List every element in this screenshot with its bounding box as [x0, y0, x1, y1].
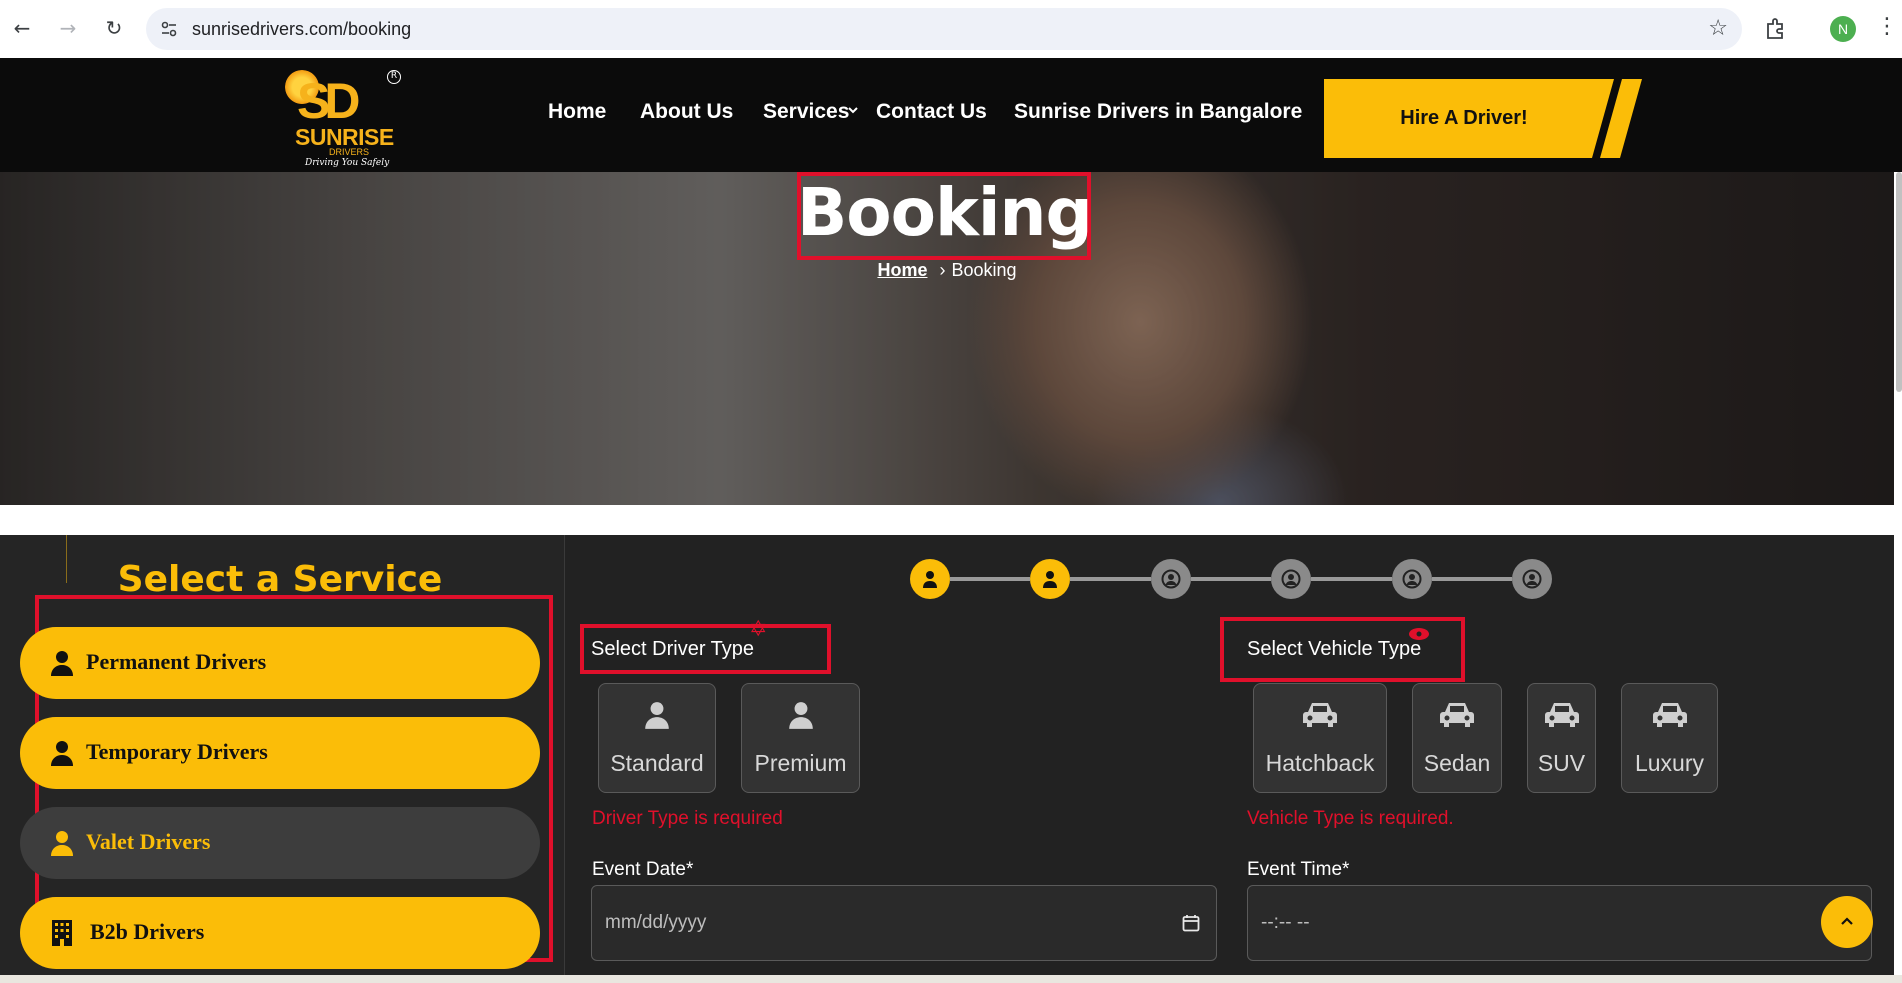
- step-3[interactable]: [1151, 559, 1191, 599]
- service-heading: Select a Service: [117, 559, 443, 600]
- user-icon: [51, 651, 73, 676]
- step-5[interactable]: [1392, 559, 1432, 599]
- service-valet-drivers[interactable]: Valet Drivers: [20, 807, 540, 879]
- vehicle-option-luxury[interactable]: Luxury: [1621, 683, 1718, 793]
- nav-home[interactable]: Home: [548, 100, 606, 124]
- booking-section: Select a Service Permanent Drivers Tempo…: [0, 535, 1894, 983]
- event-time-placeholder: --:-- --: [1261, 912, 1310, 933]
- vehicle-option-suv[interactable]: SUV: [1527, 683, 1596, 793]
- vehicle-type-label: Select Vehicle Type: [1247, 638, 1422, 660]
- user-circle-icon: [1161, 569, 1181, 589]
- vehicle-type-error: Vehicle Type is required.: [1247, 808, 1454, 829]
- option-label: Standard: [610, 750, 704, 776]
- driver-option-standard[interactable]: Standard: [598, 683, 716, 793]
- hire-driver-button[interactable]: Hire A Driver!: [1324, 79, 1604, 158]
- address-bar[interactable]: sunrisedrivers.com/booking ☆: [146, 8, 1742, 50]
- breadcrumb: Home › Booking: [0, 260, 1894, 281]
- browser-toolbar: ← → ↻ sunrisedrivers.com/booking ☆ N ⋮: [0, 0, 1902, 58]
- reload-icon[interactable]: ↻: [100, 14, 128, 42]
- site-settings-icon[interactable]: [160, 20, 178, 38]
- user-icon: [788, 702, 813, 729]
- step-2[interactable]: [1030, 559, 1070, 599]
- chevron-down-icon[interactable]: [847, 104, 859, 116]
- driver-type-label: Select Driver Type: [591, 638, 755, 660]
- breadcrumb-home-link[interactable]: Home: [877, 260, 927, 280]
- logo-sub: DRIVERS: [329, 147, 370, 157]
- service-temporary-drivers[interactable]: Temporary Drivers: [20, 717, 540, 789]
- service-b2b-drivers[interactable]: B2b Drivers: [20, 897, 540, 969]
- chevron-right-icon: ›: [939, 260, 946, 280]
- extensions-icon[interactable]: [1763, 16, 1789, 42]
- step-1[interactable]: [910, 559, 950, 599]
- user-circle-icon: [1281, 569, 1301, 589]
- back-arrow-icon[interactable]: ←: [8, 14, 36, 42]
- user-circle-icon: [1402, 569, 1422, 589]
- hero-banner: Booking Home › Booking: [0, 172, 1894, 505]
- logo-mark: SD: [297, 73, 361, 129]
- progress-stepper: [910, 559, 1552, 599]
- registered-mark: R: [387, 70, 401, 84]
- browser-menu-icon[interactable]: ⋮: [1876, 14, 1898, 39]
- service-label: Temporary Drivers: [86, 739, 268, 764]
- option-label: Sedan: [1423, 750, 1491, 776]
- page-title: Booking: [797, 174, 1093, 251]
- step-connector: [1191, 577, 1271, 581]
- car-icon: [1652, 703, 1687, 727]
- event-time-label: Event Time*: [1247, 859, 1350, 880]
- page-bottom-strip: [0, 975, 1902, 983]
- user-icon: [923, 571, 937, 588]
- breadcrumb-current: Booking: [951, 260, 1017, 280]
- car-icon: [1303, 703, 1337, 727]
- vehicle-option-hatchback[interactable]: Hatchback: [1253, 683, 1387, 793]
- event-time-input[interactable]: --:-- --: [1247, 885, 1872, 961]
- user-icon: [51, 831, 73, 856]
- nav-about-us[interactable]: About Us: [640, 100, 733, 124]
- page-scrollbar[interactable]: [1896, 172, 1902, 392]
- step-connector: [1070, 577, 1151, 581]
- nav-bangalore[interactable]: Sunrise Drivers in Bangalore: [1014, 100, 1302, 124]
- calendar-icon[interactable]: [1182, 914, 1200, 932]
- step-connector: [1432, 577, 1512, 581]
- building-icon: [52, 920, 72, 946]
- page: ← → ↻ sunrisedrivers.com/booking ☆ N ⋮ S…: [0, 0, 1902, 983]
- user-icon: [1043, 571, 1057, 588]
- service-label: Valet Drivers: [86, 829, 211, 854]
- star-of-david-icon: ✡: [749, 617, 768, 642]
- car-icon: [1544, 703, 1579, 727]
- step-4[interactable]: [1271, 559, 1311, 599]
- forward-arrow-icon[interactable]: →: [54, 14, 82, 42]
- service-panel: Select a Service Permanent Drivers Tempo…: [0, 535, 565, 983]
- profile-avatar[interactable]: N: [1830, 16, 1856, 42]
- asterisk-icon: [1409, 628, 1429, 640]
- event-date-label: Event Date*: [592, 859, 694, 880]
- driver-type-error: Driver Type is required: [592, 808, 783, 829]
- sunrise-logo[interactable]: SD R SUNRISE DRIVERS Driving You Safely: [283, 68, 403, 168]
- event-date-placeholder: mm/dd/yyyy: [605, 912, 707, 933]
- back-to-top-button[interactable]: [1821, 896, 1873, 948]
- step-connector: [1311, 577, 1392, 581]
- option-label: Premium: [754, 750, 847, 776]
- nav-services[interactable]: Services: [763, 100, 849, 124]
- service-label: B2b Drivers: [90, 919, 205, 944]
- nav-contact-us[interactable]: Contact Us: [876, 100, 987, 124]
- user-icon: [51, 741, 73, 766]
- site-header: SD R SUNRISE DRIVERS Driving You Safely …: [0, 58, 1902, 172]
- option-label: Hatchback: [1265, 750, 1375, 776]
- vehicle-option-sedan[interactable]: Sedan: [1412, 683, 1502, 793]
- chevron-up-icon: [1841, 917, 1853, 925]
- car-icon: [1440, 703, 1474, 727]
- event-date-input[interactable]: mm/dd/yyyy: [591, 885, 1217, 961]
- user-icon: [645, 702, 669, 729]
- step-6[interactable]: [1512, 559, 1552, 599]
- step-connector: [950, 577, 1030, 581]
- service-permanent-drivers[interactable]: Permanent Drivers: [20, 627, 540, 699]
- option-label: Luxury: [1634, 750, 1705, 776]
- driver-option-premium[interactable]: Premium: [741, 683, 860, 793]
- bookmark-star-icon[interactable]: ☆: [1708, 16, 1728, 41]
- service-label: Permanent Drivers: [86, 649, 267, 674]
- url-text[interactable]: sunrisedrivers.com/booking: [192, 19, 411, 40]
- user-circle-icon: [1522, 569, 1542, 589]
- option-label: SUV: [1537, 750, 1586, 776]
- logo-tagline: Driving You Safely: [305, 158, 390, 168]
